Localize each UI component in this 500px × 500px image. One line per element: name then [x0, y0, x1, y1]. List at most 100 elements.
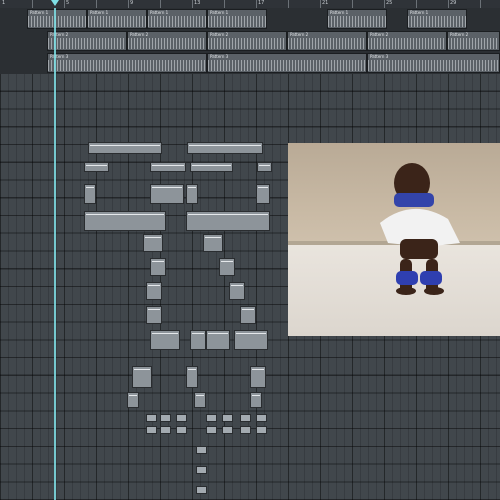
- clip-waveform: [208, 16, 266, 27]
- pattern-clip[interactable]: Pattern 1: [27, 9, 87, 29]
- pattern-clip[interactable]: Pattern 2: [47, 31, 127, 51]
- clip-waveform: [128, 38, 206, 49]
- track-lane-1: Pattern 1 Pattern 1 Pattern 1 Pattern 1 …: [0, 8, 500, 30]
- clip-label: Pattern 1: [30, 10, 49, 15]
- note-block[interactable]: [250, 366, 266, 388]
- note-cell[interactable]: [206, 426, 217, 434]
- note-cell[interactable]: [160, 414, 171, 422]
- ruler-tick: [448, 0, 449, 8]
- clip-waveform: [408, 16, 466, 27]
- playhead-line[interactable]: [54, 8, 56, 500]
- note-block[interactable]: [194, 392, 206, 408]
- note-cell[interactable]: [256, 426, 267, 434]
- clip-label: Pattern 3: [370, 54, 389, 59]
- bar-number: 25: [386, 0, 393, 6]
- note-block[interactable]: [127, 392, 139, 408]
- note-block[interactable]: [190, 330, 206, 350]
- clip-label: Pattern 1: [330, 10, 349, 15]
- bar-number: 13: [194, 0, 201, 6]
- note-block[interactable]: [187, 142, 263, 154]
- note-block[interactable]: [143, 234, 163, 252]
- pattern-clip[interactable]: Pattern 3: [367, 53, 500, 73]
- clip-waveform: [208, 60, 366, 71]
- track-lane-3: Pattern 3 Pattern 3 Pattern 3: [0, 52, 500, 74]
- note-cell[interactable]: [160, 426, 171, 434]
- note-block[interactable]: [229, 282, 245, 300]
- bar-number: 1: [2, 0, 6, 6]
- pattern-clip[interactable]: Pattern 1: [87, 9, 147, 29]
- track-lane-2: Pattern 2 Pattern 2 Pattern 2 Pattern 2 …: [0, 30, 500, 52]
- pattern-clip[interactable]: Pattern 1: [327, 9, 387, 29]
- note-block[interactable]: [240, 306, 256, 324]
- pattern-clip[interactable]: Pattern 1: [407, 9, 467, 29]
- child-figure: [380, 163, 460, 295]
- clip-label: Pattern 1: [410, 10, 429, 15]
- pattern-clip[interactable]: Pattern 2: [207, 31, 287, 51]
- note-block[interactable]: [186, 184, 198, 204]
- note-block[interactable]: [146, 282, 162, 300]
- playhead-icon[interactable]: [51, 0, 59, 6]
- note-block[interactable]: [186, 366, 198, 388]
- note-block[interactable]: [150, 330, 180, 350]
- clip-waveform: [48, 38, 126, 49]
- note-cell[interactable]: [256, 414, 267, 422]
- ruler-tick: [224, 0, 225, 8]
- note-cell[interactable]: [196, 446, 207, 454]
- bar-number: 17: [258, 0, 265, 6]
- pattern-clip[interactable]: Pattern 2: [447, 31, 500, 51]
- note-block[interactable]: [150, 184, 184, 204]
- note-cell[interactable]: [176, 426, 187, 434]
- note-cell[interactable]: [222, 426, 233, 434]
- note-cell[interactable]: [196, 486, 207, 494]
- note-block[interactable]: [219, 258, 235, 276]
- pattern-clip[interactable]: Pattern 1: [147, 9, 207, 29]
- note-cell[interactable]: [146, 426, 157, 434]
- note-block[interactable]: [250, 392, 262, 408]
- note-block[interactable]: [150, 162, 186, 172]
- ruler-tick: [352, 0, 353, 8]
- note-block[interactable]: [84, 184, 96, 204]
- note-block[interactable]: [257, 162, 272, 172]
- ruler-tick: [96, 0, 97, 8]
- clip-waveform: [328, 16, 386, 27]
- clip-label: Pattern 1: [150, 10, 169, 15]
- clip-waveform: [148, 16, 206, 27]
- bar-number: 29: [450, 0, 457, 6]
- pattern-clip[interactable]: Pattern 3: [207, 53, 367, 73]
- note-block[interactable]: [88, 142, 162, 154]
- pattern-clip[interactable]: Pattern 2: [287, 31, 367, 51]
- pattern-clip[interactable]: Pattern 1: [207, 9, 267, 29]
- bar-number: 9: [130, 0, 134, 6]
- clip-label: Pattern 1: [90, 10, 109, 15]
- note-block[interactable]: [150, 258, 166, 276]
- clip-waveform: [48, 60, 206, 71]
- clip-label: Pattern 2: [50, 32, 69, 37]
- note-cell[interactable]: [240, 414, 251, 422]
- note-block[interactable]: [190, 162, 233, 172]
- note-cell[interactable]: [240, 426, 251, 434]
- pattern-clip[interactable]: Pattern 2: [127, 31, 207, 51]
- note-cell[interactable]: [206, 414, 217, 422]
- pattern-clip[interactable]: Pattern 3: [47, 53, 207, 73]
- note-cell[interactable]: [222, 414, 233, 422]
- note-block[interactable]: [84, 162, 109, 172]
- bar-number: 21: [322, 0, 329, 6]
- note-cell[interactable]: [146, 414, 157, 422]
- note-cell[interactable]: [196, 466, 207, 474]
- note-block[interactable]: [84, 211, 166, 231]
- note-cell[interactable]: [176, 414, 187, 422]
- note-block[interactable]: [206, 330, 230, 350]
- clip-label: Pattern 2: [210, 32, 229, 37]
- pattern-clip[interactable]: Pattern 2: [367, 31, 447, 51]
- note-block[interactable]: [256, 184, 270, 204]
- clip-waveform: [88, 16, 146, 27]
- clip-waveform: [368, 60, 499, 71]
- note-block[interactable]: [132, 366, 152, 388]
- note-block[interactable]: [146, 306, 162, 324]
- note-block[interactable]: [203, 234, 223, 252]
- clip-label: Pattern 3: [50, 54, 69, 59]
- note-block[interactable]: [234, 330, 268, 350]
- ruler-tick: [64, 0, 65, 8]
- note-block[interactable]: [186, 211, 270, 231]
- clip-label: Pattern 2: [130, 32, 149, 37]
